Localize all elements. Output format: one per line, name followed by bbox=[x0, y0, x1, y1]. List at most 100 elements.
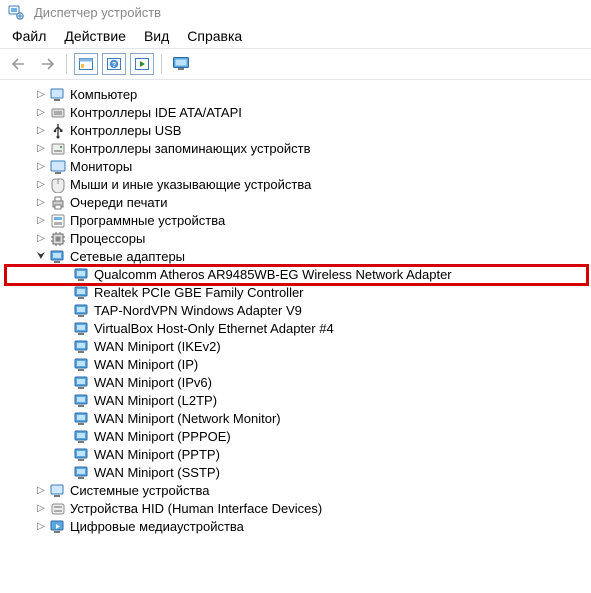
device-label: VirtualBox Host-Only Ethernet Adapter #4 bbox=[94, 321, 334, 337]
expand-icon[interactable]: ▷ bbox=[34, 178, 48, 192]
category-label: Программные устройства bbox=[70, 213, 225, 229]
network-adapter-item[interactable]: · VirtualBox Host-Only Ethernet Adapter … bbox=[6, 320, 587, 338]
device-label: WAN Miniport (PPTP) bbox=[94, 447, 220, 463]
computer-icon bbox=[50, 87, 66, 103]
scan-icon bbox=[134, 57, 150, 71]
device-label: WAN Miniport (IPv6) bbox=[94, 375, 212, 391]
category-label: Цифровые медиаустройства bbox=[70, 519, 244, 535]
adapter-icon bbox=[74, 429, 90, 445]
collapse-icon[interactable]: ⮟ bbox=[34, 250, 48, 264]
adapter-icon bbox=[74, 357, 90, 373]
category-label: Мыши и иные указывающие устройства bbox=[70, 177, 311, 193]
adapter-icon bbox=[74, 339, 90, 355]
software-icon bbox=[50, 213, 66, 229]
category-label: Контроллеры IDE ATA/ATAPI bbox=[70, 105, 242, 121]
category-storage[interactable]: ▷ Контроллеры запоминающих устройств bbox=[6, 140, 587, 158]
usb-icon bbox=[50, 123, 66, 139]
device-tree[interactable]: ▷ Компьютер ▷ Контроллеры IDE ATA/ATAPI … bbox=[0, 80, 591, 542]
adapter-icon bbox=[74, 321, 90, 337]
expand-icon[interactable]: ▷ bbox=[34, 214, 48, 228]
category-label: Контроллеры запоминающих устройств bbox=[70, 141, 310, 157]
help-icon: ? bbox=[106, 57, 122, 71]
forward-button[interactable] bbox=[35, 53, 59, 75]
expand-icon[interactable]: ▷ bbox=[34, 160, 48, 174]
category-hid[interactable]: ▷ Устройства HID (Human Interface Device… bbox=[6, 500, 587, 518]
adapter-icon bbox=[74, 375, 90, 391]
category-ide[interactable]: ▷ Контроллеры IDE ATA/ATAPI bbox=[6, 104, 587, 122]
device-label: WAN Miniport (IKEv2) bbox=[94, 339, 221, 355]
device-label: WAN Miniport (SSTP) bbox=[94, 465, 220, 481]
expand-icon[interactable]: ▷ bbox=[34, 484, 48, 498]
category-system[interactable]: ▷ Системные устройства bbox=[6, 482, 587, 500]
category-label: Очереди печати bbox=[70, 195, 168, 211]
monitor-icon bbox=[50, 159, 66, 175]
toolbar-separator bbox=[66, 54, 67, 74]
monitor-button[interactable] bbox=[169, 53, 193, 75]
network-adapter-item[interactable]: · TAP-NordVPN Windows Adapter V9 bbox=[6, 302, 587, 320]
category-monitors[interactable]: ▷ Мониторы bbox=[6, 158, 587, 176]
system-icon bbox=[50, 483, 66, 499]
window-title-text: Диспетчер устройств bbox=[34, 5, 161, 20]
network-adapter-item[interactable]: · Realtek PCIe GBE Family Controller bbox=[6, 284, 587, 302]
device-label: TAP-NordVPN Windows Adapter V9 bbox=[94, 303, 302, 319]
window-title: Диспетчер устройств bbox=[0, 0, 591, 24]
expand-icon[interactable]: ▷ bbox=[34, 502, 48, 516]
network-adapter-item[interactable]: · WAN Miniport (SSTP) bbox=[6, 464, 587, 482]
controller-icon bbox=[50, 105, 66, 121]
adapter-icon bbox=[74, 303, 90, 319]
category-network[interactable]: ⮟ Сетевые адаптеры bbox=[6, 248, 587, 266]
adapter-icon bbox=[74, 267, 90, 283]
adapter-icon bbox=[74, 465, 90, 481]
expand-icon[interactable]: ▷ bbox=[34, 520, 48, 534]
device-label: WAN Miniport (IP) bbox=[94, 357, 198, 373]
adapter-icon bbox=[74, 285, 90, 301]
network-adapter-item[interactable]: · WAN Miniport (L2TP) bbox=[6, 392, 587, 410]
help-button[interactable]: ? bbox=[102, 53, 126, 75]
category-usb[interactable]: ▷ Контроллеры USB bbox=[6, 122, 587, 140]
panel-icon bbox=[78, 57, 94, 71]
category-label: Сетевые адаптеры bbox=[70, 249, 185, 265]
category-label: Мониторы bbox=[70, 159, 132, 175]
toolbar-separator bbox=[161, 54, 162, 74]
network-adapter-item[interactable]: · WAN Miniport (PPPOE) bbox=[6, 428, 587, 446]
expand-icon[interactable]: ▷ bbox=[34, 196, 48, 210]
category-software[interactable]: ▷ Программные устройства bbox=[6, 212, 587, 230]
monitor-icon bbox=[172, 56, 190, 72]
category-computer[interactable]: ▷ Компьютер bbox=[6, 86, 587, 104]
device-label: WAN Miniport (L2TP) bbox=[94, 393, 217, 409]
category-label: Устройства HID (Human Interface Devices) bbox=[70, 501, 322, 517]
network-adapter-item[interactable]: · Qualcomm Atheros AR9485WB-EG Wireless … bbox=[6, 266, 587, 284]
media-icon bbox=[50, 519, 66, 535]
device-label: Realtek PCIe GBE Family Controller bbox=[94, 285, 304, 301]
menu-file[interactable]: Файл bbox=[12, 28, 46, 44]
expand-icon[interactable]: ▷ bbox=[34, 106, 48, 120]
printer-icon bbox=[50, 195, 66, 211]
network-adapter-item[interactable]: · WAN Miniport (PPTP) bbox=[6, 446, 587, 464]
category-media[interactable]: ▷ Цифровые медиаустройства bbox=[6, 518, 587, 536]
adapter-icon bbox=[74, 447, 90, 463]
category-cpu[interactable]: ▷ Процессоры bbox=[6, 230, 587, 248]
device-label: WAN Miniport (Network Monitor) bbox=[94, 411, 281, 427]
category-label: Процессоры bbox=[70, 231, 145, 247]
menu-help[interactable]: Справка bbox=[187, 28, 242, 44]
scan-button[interactable] bbox=[130, 53, 154, 75]
menu-view[interactable]: Вид bbox=[144, 28, 169, 44]
network-adapter-item[interactable]: · WAN Miniport (Network Monitor) bbox=[6, 410, 587, 428]
show-hidden-button[interactable] bbox=[74, 53, 98, 75]
expand-icon[interactable]: ▷ bbox=[34, 142, 48, 156]
back-button[interactable] bbox=[7, 53, 31, 75]
toolbar: ? bbox=[0, 48, 591, 80]
network-adapter-item[interactable]: · WAN Miniport (IKEv2) bbox=[6, 338, 587, 356]
hid-icon bbox=[50, 501, 66, 517]
menu-action[interactable]: Действие bbox=[64, 28, 126, 44]
expand-icon[interactable]: ▷ bbox=[34, 88, 48, 102]
network-adapter-item[interactable]: · WAN Miniport (IP) bbox=[6, 356, 587, 374]
network-adapter-item[interactable]: · WAN Miniport (IPv6) bbox=[6, 374, 587, 392]
network-icon bbox=[50, 249, 66, 265]
category-mice[interactable]: ▷ Мыши и иные указывающие устройства bbox=[6, 176, 587, 194]
adapter-icon bbox=[74, 393, 90, 409]
category-print-queues[interactable]: ▷ Очереди печати bbox=[6, 194, 587, 212]
expand-icon[interactable]: ▷ bbox=[34, 232, 48, 246]
arrow-right-icon bbox=[39, 57, 55, 71]
expand-icon[interactable]: ▷ bbox=[34, 124, 48, 138]
